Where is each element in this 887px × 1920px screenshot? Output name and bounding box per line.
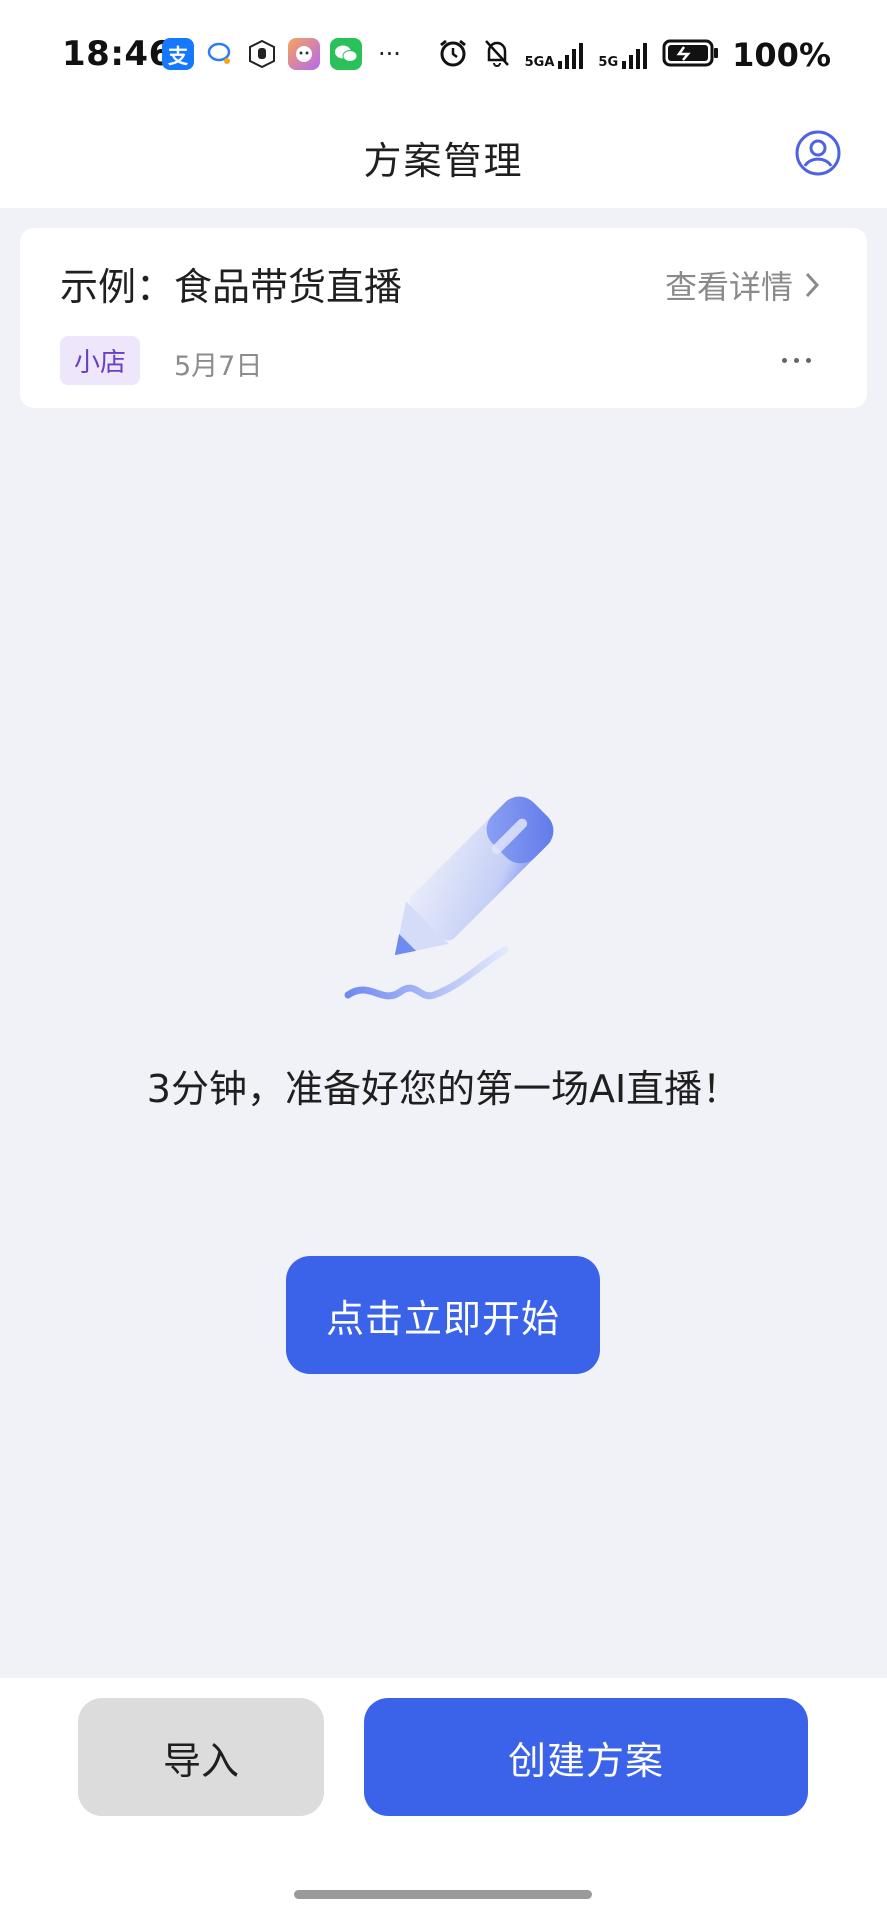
signal-icon-2: 5G [598,41,650,69]
status-bar: 18:46 支 ··· 5GA 5G 100% [0,0,887,108]
more-options-button[interactable] [782,358,811,363]
alipay-icon: 支 [162,38,194,70]
battery-icon [662,38,720,72]
signal-icon: 5GA [525,41,587,69]
network-label-2: 5G [598,55,619,70]
hand-icon [246,38,278,70]
view-details-link[interactable]: 查看详情 [665,262,821,308]
message-bubble-icon [204,38,236,70]
create-plan-button[interactable]: 创建方案 [364,1698,808,1816]
screen: 18:46 支 ··· 5GA 5G 100% 方案管理 示例：食品带货直播 查… [0,0,887,1920]
plan-title: 示例：食品带货直播 [60,265,403,309]
more-dot [794,358,799,363]
notification-icons: 支 ··· [162,38,401,70]
alarm-icon [437,37,469,73]
status-right-icons: 5GA 5G 100% [437,36,831,74]
status-time: 18:46 [62,34,173,74]
empty-state-message: 3分钟，准备好您的第一场AI直播！ [146,1067,741,1111]
more-dot [782,358,787,363]
import-button[interactable]: 导入 [78,1698,324,1816]
avatar-app-icon [288,38,320,70]
view-details-label: 查看详情 [664,268,793,306]
app-header: 方案管理 [0,108,887,208]
plan-card[interactable]: 示例：食品带货直播 查看详情 小店 5月7日 [20,228,867,408]
profile-button[interactable] [793,128,843,178]
chevron-right-icon [805,272,820,298]
wechat-icon [330,38,362,70]
plan-date: 5月7日 [174,351,263,382]
battery-percent: 100% [732,36,831,74]
bell-muted-icon [481,37,513,73]
start-now-button[interactable]: 点击立即开始 [286,1256,600,1374]
more-dot [806,358,811,363]
status-more: ··· [378,40,401,68]
home-indicator[interactable] [294,1890,592,1899]
bottom-action-bar: 导入 创建方案 [0,1678,887,1920]
network-label-1: 5GA [524,55,555,70]
shop-tag: 小店 [60,336,141,385]
pencil-icon [330,790,570,1020]
page-title: 方案管理 [363,139,524,183]
user-circle-icon [795,130,841,176]
